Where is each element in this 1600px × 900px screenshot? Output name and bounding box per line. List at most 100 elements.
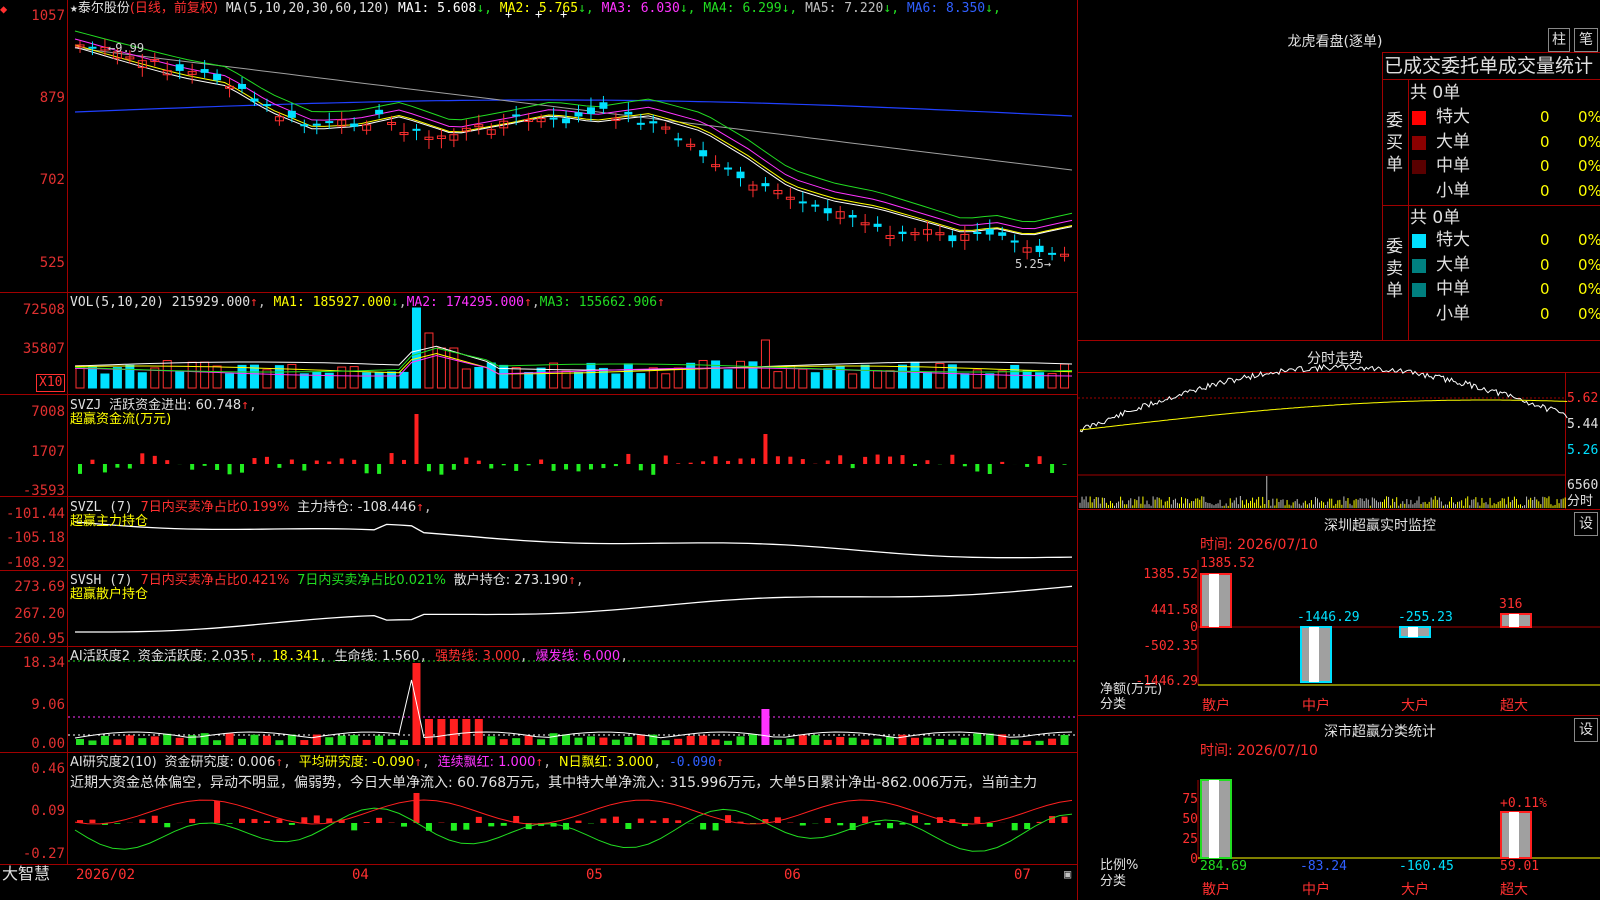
svzl-axis-label: -105.18 bbox=[5, 530, 65, 546]
order-type: 中单 bbox=[1436, 156, 1470, 176]
candle-body bbox=[798, 201, 807, 204]
ma-value-3: MA3: 6.030 bbox=[601, 1, 680, 16]
candle-body bbox=[898, 231, 907, 235]
class-pct: +0.11% bbox=[1500, 796, 1547, 811]
fund-flow-bar bbox=[302, 464, 307, 471]
fund-flow-bar bbox=[850, 464, 855, 469]
fund-flow-bar bbox=[912, 464, 917, 466]
ai1-axis-label: 18.34 bbox=[22, 655, 65, 671]
candle-body bbox=[350, 123, 359, 127]
activity-bar bbox=[686, 735, 695, 745]
candle-body bbox=[823, 208, 832, 214]
volume-bar bbox=[736, 360, 746, 389]
activity-bar bbox=[836, 736, 845, 745]
monitor-axis: 1385.52 bbox=[1143, 567, 1198, 582]
pane-divider bbox=[0, 570, 1078, 571]
sell-total: 共 0单 bbox=[1410, 208, 1461, 228]
activity-bar bbox=[350, 735, 359, 745]
order-pct: 0% bbox=[1578, 304, 1600, 323]
fund-flow-bar bbox=[601, 464, 606, 469]
volume-bar bbox=[486, 362, 496, 389]
volume-bar bbox=[586, 362, 596, 389]
fund-flow-bar bbox=[713, 456, 718, 464]
volume-bar bbox=[823, 368, 833, 389]
buy-side-label: 委买单 bbox=[1386, 111, 1403, 175]
fund-flow-bar bbox=[838, 455, 843, 464]
volume-bar bbox=[75, 365, 85, 389]
order-type: 特大 bbox=[1436, 107, 1470, 127]
bar-mode-button[interactable]: 柱 bbox=[1548, 28, 1570, 52]
candle-body bbox=[1010, 240, 1019, 243]
brand-logo[interactable]: 大智慧 bbox=[2, 866, 50, 882]
order-pct: 0% bbox=[1578, 108, 1600, 126]
research-bar bbox=[450, 823, 457, 831]
volume-bar bbox=[511, 367, 521, 389]
research-bar bbox=[114, 823, 121, 824]
volume-bar bbox=[798, 368, 808, 389]
volume-bar bbox=[100, 373, 110, 389]
ma-line bbox=[74, 30, 1073, 223]
fund-flow-bar bbox=[539, 459, 544, 464]
stock-name[interactable]: 泰尔股份 bbox=[78, 1, 130, 16]
class-value: -160.45 bbox=[1399, 859, 1454, 874]
class-x-label: 分类 bbox=[1100, 874, 1127, 889]
class-category: 散户 bbox=[1202, 882, 1230, 898]
order-pct: 0% bbox=[1578, 157, 1600, 175]
buy-total: 共 0单 bbox=[1410, 83, 1461, 103]
class-category: 超大 bbox=[1500, 882, 1528, 898]
candle-body bbox=[636, 122, 645, 125]
activity-bar bbox=[711, 739, 720, 745]
class-settings-button[interactable]: 设 bbox=[1574, 718, 1598, 742]
research-bar bbox=[401, 823, 408, 827]
candle-body bbox=[848, 215, 857, 218]
lock-icon[interactable]: ▣ bbox=[1064, 866, 1071, 882]
fund-flow-bar bbox=[950, 454, 955, 464]
activity-bar bbox=[225, 733, 234, 745]
volume-bar bbox=[574, 372, 583, 389]
fund-flow-bar bbox=[975, 464, 980, 472]
order-pct: 0% bbox=[1578, 132, 1600, 151]
vol-header: VOL(5,10,20) 215929.000↑, MA1: 185927.00… bbox=[70, 295, 665, 310]
legend-swatch bbox=[1412, 234, 1426, 248]
pane-divider bbox=[0, 646, 1078, 647]
volume-bar bbox=[723, 369, 733, 389]
activity-bar bbox=[761, 709, 770, 745]
monitor-axis: 441.58 bbox=[1151, 603, 1198, 618]
activity-bar bbox=[624, 736, 633, 745]
fund-flow-bar bbox=[688, 462, 693, 464]
class-value: -83.24 bbox=[1300, 859, 1347, 874]
fund-flow-bar bbox=[451, 464, 456, 470]
activity-bar bbox=[175, 737, 184, 745]
divider bbox=[1382, 52, 1383, 340]
monitor-category: 散户 bbox=[1202, 698, 1230, 714]
fund-flow-bar bbox=[190, 464, 195, 470]
fund-flow-bar bbox=[888, 456, 893, 464]
tick-mode-button[interactable]: 笔 bbox=[1574, 28, 1598, 52]
monitor-x-label: 分类 bbox=[1100, 697, 1127, 712]
star-icon[interactable]: ★ bbox=[70, 1, 78, 16]
research-bar bbox=[313, 815, 320, 823]
activity-bar bbox=[599, 737, 608, 745]
divider bbox=[1382, 52, 1600, 53]
research-bar bbox=[799, 823, 806, 826]
research-bar bbox=[413, 793, 420, 823]
price-header: ★泰尔股份(日线，前复权) MA(5,10,20,30,60,120) MA1:… bbox=[70, 1, 1001, 17]
intraday-axis: 5.62 bbox=[1567, 391, 1599, 406]
research-bar bbox=[924, 823, 931, 825]
activity-bar bbox=[935, 738, 944, 745]
fund-flow-bar bbox=[987, 464, 992, 474]
monitor-settings-button[interactable]: 设 bbox=[1574, 512, 1598, 536]
order-pct: 0% bbox=[1578, 181, 1600, 200]
fund-flow-bar bbox=[289, 459, 294, 464]
order-type: 特大 bbox=[1436, 230, 1470, 250]
volume-bar bbox=[885, 370, 895, 389]
fund-flow-bar bbox=[1050, 464, 1055, 474]
class-time: 时间: 2026/07/10 bbox=[1200, 743, 1318, 759]
chart-mode[interactable]: (日线，前复权) bbox=[130, 1, 218, 16]
activity-bar bbox=[798, 735, 807, 745]
research-bar bbox=[263, 820, 270, 823]
candle-body bbox=[699, 150, 708, 157]
activity-bar bbox=[586, 736, 595, 745]
fund-flow-bar bbox=[788, 456, 793, 464]
research-bar bbox=[637, 818, 644, 823]
